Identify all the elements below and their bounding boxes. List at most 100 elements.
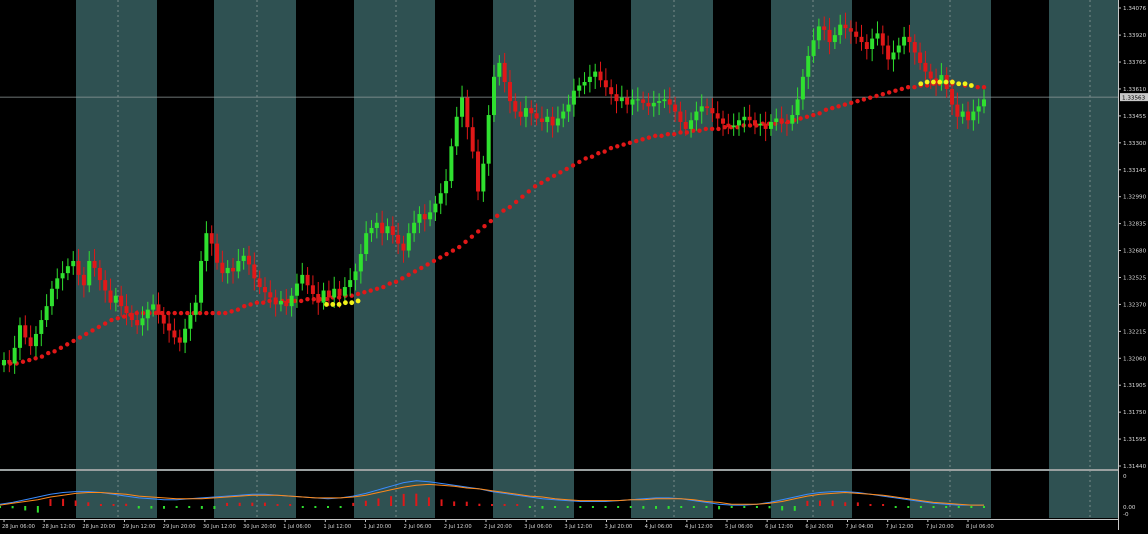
candle-body bbox=[923, 62, 928, 72]
candle-body bbox=[891, 52, 896, 60]
ma-yellow-point bbox=[968, 83, 974, 88]
ma-red-point bbox=[355, 291, 361, 297]
ma-red-point bbox=[583, 156, 588, 161]
ma-yellow-point bbox=[937, 79, 943, 85]
ma-red-point bbox=[867, 95, 873, 100]
macd-histogram-bar bbox=[680, 506, 683, 508]
price-tick-label: 1.32215 bbox=[1123, 329, 1147, 335]
candle-body bbox=[358, 254, 363, 272]
ma-red-point bbox=[526, 189, 531, 194]
ma-red-point bbox=[558, 170, 563, 175]
price-axis[interactable]: 1.34076 1.33920 1.33765 1.33610 1.33455 1.333… bbox=[1118, 0, 1148, 530]
ma-red-point bbox=[204, 310, 209, 316]
candle-body bbox=[156, 304, 161, 315]
candle-body bbox=[492, 76, 496, 116]
candle-body bbox=[880, 33, 885, 46]
candle-body bbox=[49, 288, 54, 307]
candle-body bbox=[609, 87, 614, 95]
time-tick-label: 6 Jul 12:00 bbox=[765, 524, 793, 530]
candle-body bbox=[742, 116, 747, 121]
candle-body bbox=[747, 116, 752, 121]
ma-yellow-point bbox=[962, 81, 968, 87]
time-tick-label: 28 Jun 12:00 bbox=[42, 524, 75, 530]
macd-histogram-bar bbox=[440, 499, 443, 506]
ma-red-point bbox=[640, 137, 645, 142]
trading-chart[interactable]: 1.34076 1.33920 1.33765 1.33610 1.33455 1.333… bbox=[0, 0, 1148, 530]
macd-histogram-bar bbox=[226, 502, 229, 506]
candle-body bbox=[294, 283, 299, 296]
ma-red-point bbox=[140, 310, 146, 316]
candle-body bbox=[193, 302, 198, 315]
candle-body bbox=[928, 71, 933, 79]
ma-red-point bbox=[804, 114, 810, 119]
time-tick-label: 3 Jul 06:00 bbox=[524, 524, 552, 530]
ma-yellow-point bbox=[943, 79, 949, 85]
ma-red-point bbox=[488, 218, 494, 224]
macd-histogram-bar bbox=[390, 496, 393, 506]
candle-body bbox=[950, 88, 955, 105]
candle-body bbox=[960, 111, 965, 117]
ma-yellow-point bbox=[349, 300, 355, 306]
candle-body bbox=[55, 278, 60, 289]
macd-histogram-bar bbox=[427, 497, 430, 506]
macd-histogram-bar bbox=[919, 506, 922, 508]
candle-body bbox=[966, 111, 971, 121]
macd-histogram-bar bbox=[983, 506, 985, 508]
time-tick-label: 28 Jun 20:00 bbox=[82, 524, 115, 530]
macd-histogram-bar bbox=[301, 506, 304, 508]
candle-body bbox=[151, 304, 156, 310]
candle-body bbox=[454, 116, 459, 147]
session-band bbox=[631, 0, 713, 518]
ma-red-point bbox=[261, 300, 266, 305]
macd-histogram-bar bbox=[604, 506, 607, 508]
chart-canvas[interactable]: 1.34076 1.33920 1.33765 1.33610 1.33455 1.333… bbox=[0, 0, 1148, 530]
current-price-label: 1.33563 bbox=[1122, 95, 1146, 101]
ma-red-point bbox=[27, 357, 32, 363]
ma-red-point bbox=[520, 194, 525, 199]
candle-body bbox=[763, 123, 768, 129]
ma-red-point bbox=[52, 349, 57, 354]
macd-histogram-bar bbox=[402, 493, 405, 506]
price-tick-label: 1.31750 bbox=[1123, 410, 1147, 416]
ma-red-point bbox=[450, 248, 456, 253]
candle-body bbox=[380, 222, 385, 234]
candle-body bbox=[800, 76, 805, 100]
time-axis[interactable]: 28 Jun 06:00 28 Jun 12:00 28 Jun 20:00 29 J… bbox=[0, 519, 1118, 530]
candle-body bbox=[705, 106, 710, 109]
candle-body bbox=[641, 99, 646, 103]
macd-histogram-bar bbox=[415, 493, 418, 506]
macd-histogram-bar bbox=[768, 506, 771, 509]
price-tick-label: 1.32060 bbox=[1123, 356, 1147, 362]
candle-body bbox=[816, 26, 821, 41]
ma-red-point bbox=[855, 98, 860, 104]
ma-red-point bbox=[387, 281, 392, 286]
candle-body bbox=[44, 306, 49, 321]
macd-histogram-bar bbox=[831, 500, 834, 506]
candle-body bbox=[598, 71, 603, 81]
macd-histogram-bar bbox=[844, 502, 847, 506]
candle-body bbox=[832, 35, 837, 43]
pane-separator[interactable] bbox=[0, 469, 1118, 471]
macd-histogram-bar bbox=[36, 506, 39, 513]
ma-red-point bbox=[703, 126, 709, 132]
candle-body bbox=[502, 62, 507, 83]
candle-body bbox=[268, 292, 273, 298]
candle-body bbox=[721, 118, 726, 124]
macd-histogram-bar bbox=[377, 498, 380, 506]
time-tick-label: 29 Jun 12:00 bbox=[123, 524, 156, 530]
candle-body bbox=[103, 280, 108, 291]
ma-red-point bbox=[77, 335, 83, 340]
macd-histogram-bar bbox=[579, 506, 582, 508]
macd-histogram-bar bbox=[0, 506, 1, 509]
candle-body bbox=[236, 260, 241, 272]
candle-body bbox=[92, 260, 97, 268]
candle-body bbox=[108, 290, 113, 303]
candle-body bbox=[465, 97, 470, 128]
candle-body bbox=[971, 111, 976, 121]
candle-body bbox=[71, 260, 76, 267]
ma-red-point bbox=[216, 310, 222, 316]
candle-body bbox=[81, 274, 86, 286]
macd-histogram-bar bbox=[629, 506, 632, 508]
candle-body bbox=[262, 287, 267, 293]
price-tick-label: 1.33145 bbox=[1123, 168, 1147, 174]
